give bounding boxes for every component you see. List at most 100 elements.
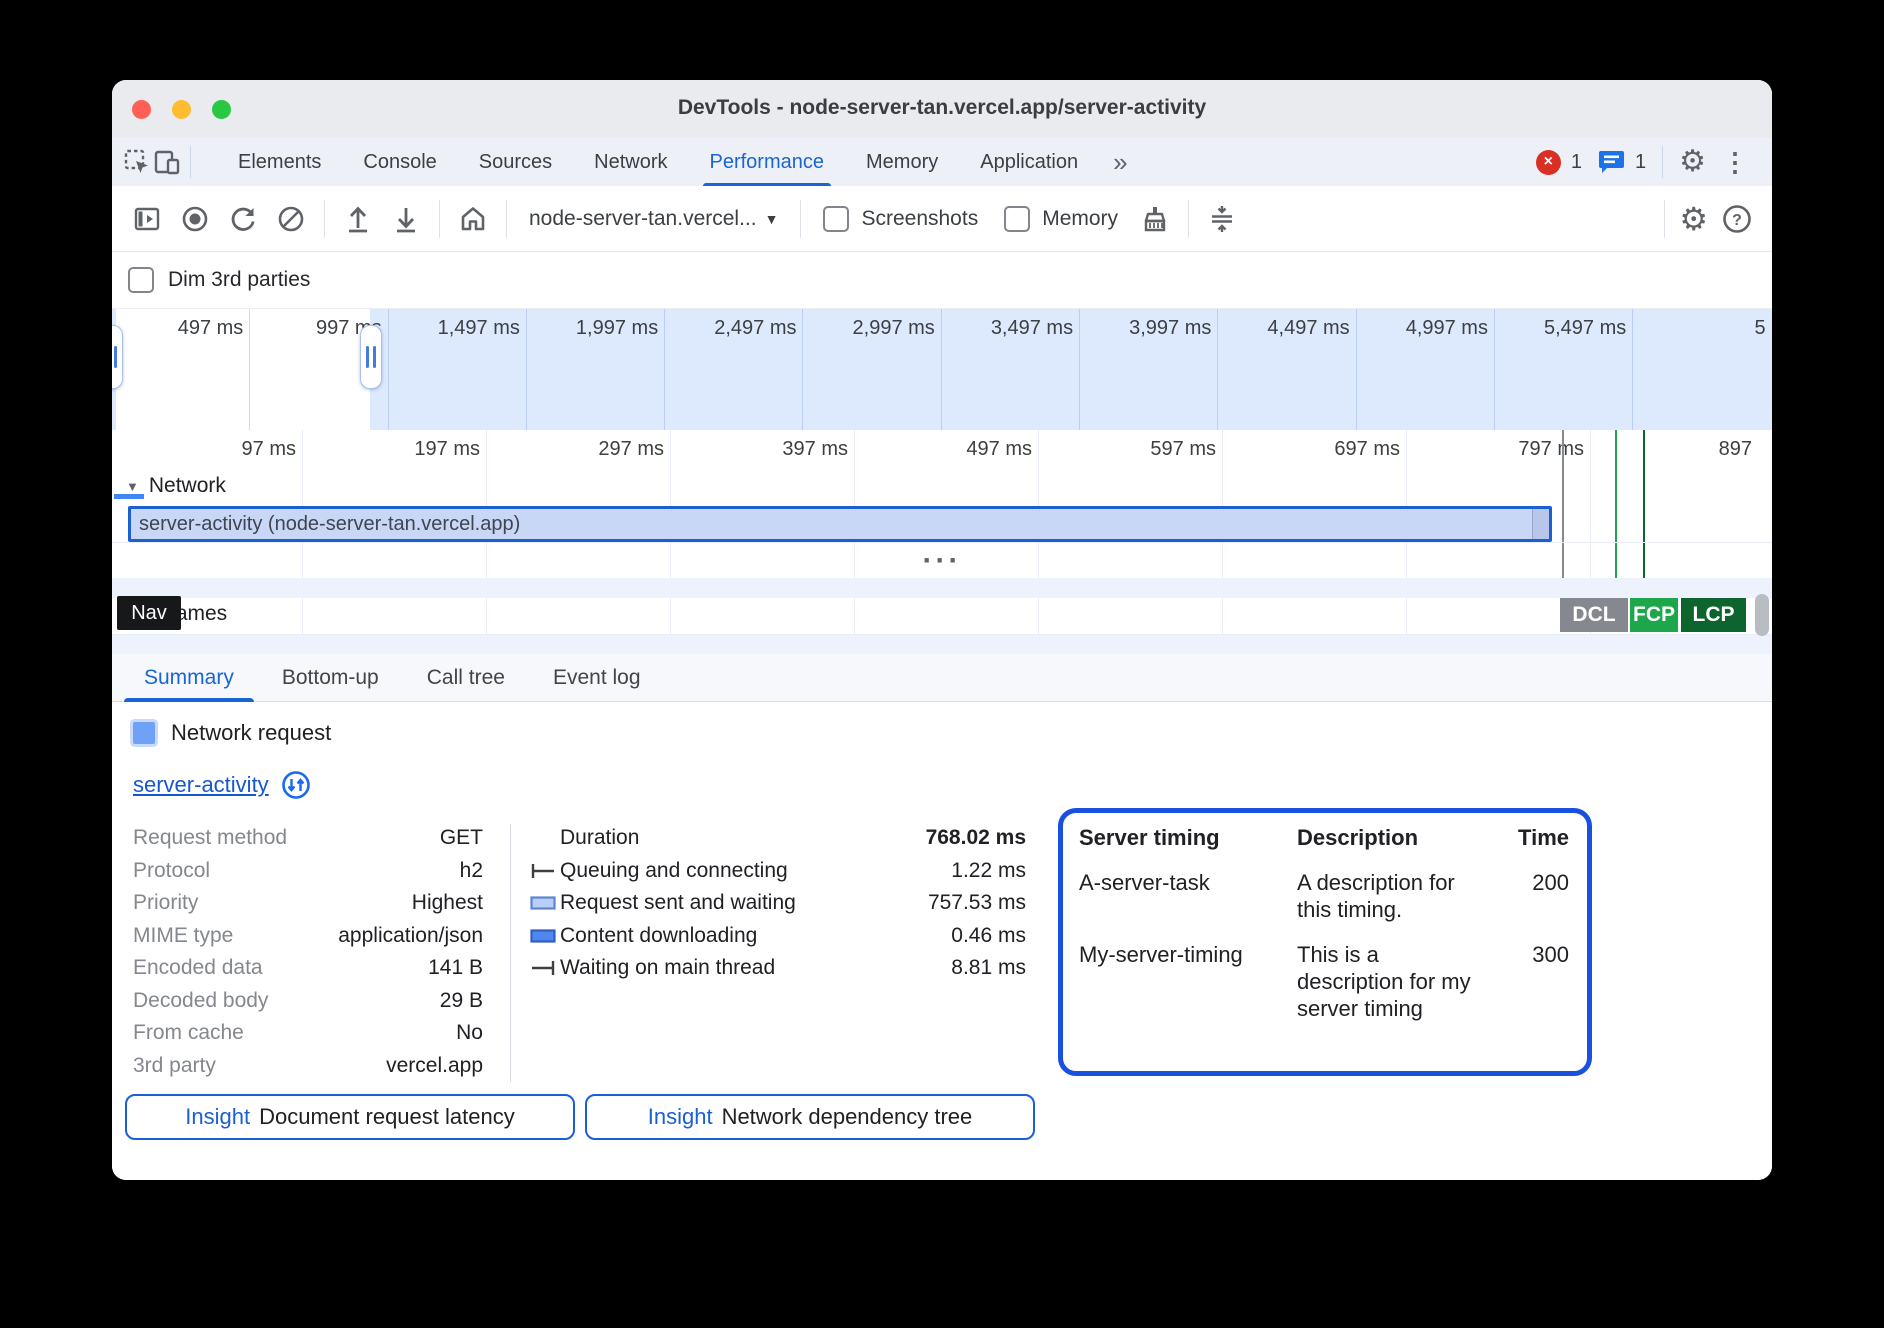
memory-checkbox[interactable] [1004, 206, 1030, 232]
tab-performance[interactable]: Performance [689, 138, 846, 186]
title-bar: DevTools - node-server-tan.vercel.app/se… [112, 80, 1772, 139]
overview-tick: 4,997 ms [1357, 309, 1495, 431]
settings-gear-icon[interactable]: ⚙ [1679, 147, 1706, 177]
toolbar-divider [1664, 200, 1665, 238]
device-toolbar-icon[interactable] [152, 147, 182, 177]
overview-tick: 5 [1633, 309, 1771, 431]
timing-row: Queuing and connecting 1.22 ms [530, 855, 1026, 888]
panel-tab-bar: Summary Bottom-up Call tree Event log [112, 654, 1772, 702]
tab-elements[interactable]: Elements [217, 138, 342, 186]
timeline-overview[interactable]: 497 ms 997 ms 1,497 ms 1,997 ms 2,497 ms… [112, 308, 1772, 431]
ruler-tick: 797 ms [1518, 438, 1584, 461]
timing-row: Content downloading 0.46 ms [530, 920, 1026, 953]
collapse-triangle-icon: ▼ [126, 479, 139, 494]
toolbar-divider [506, 200, 507, 238]
capture-settings-gear-icon[interactable]: ⚙ [1679, 203, 1708, 235]
insight-network-dependency-tree-button[interactable]: Insight Network dependency tree [585, 1094, 1035, 1140]
tab-bottom-up[interactable]: Bottom-up [258, 654, 403, 702]
flame-chart-tracks[interactable]: 97 ms 197 ms 297 ms 397 ms 497 ms 597 ms… [112, 430, 1772, 654]
kebab-menu-icon[interactable]: ⋮ [1716, 147, 1754, 178]
field-row: MIME typeapplication/json [133, 920, 483, 953]
upload-profile-icon[interactable] [337, 198, 379, 240]
issues-icon[interactable] [1598, 149, 1625, 175]
queuing-glyph-icon [530, 862, 560, 880]
request-link[interactable]: server-activity [133, 772, 269, 798]
description-header: Description [1297, 825, 1482, 851]
overview-tick: 1,997 ms [527, 309, 665, 431]
error-count: 1 [1571, 151, 1582, 174]
field-row: Encoded data141 B [133, 952, 483, 985]
clear-icon[interactable] [270, 198, 312, 240]
overview-tick: 3,497 ms [942, 309, 1080, 431]
tab-sources[interactable]: Sources [458, 138, 573, 186]
reload-record-icon[interactable] [222, 198, 264, 240]
tab-event-log[interactable]: Event log [529, 654, 665, 702]
download-profile-icon[interactable] [385, 198, 427, 240]
network-request-bar-label: server-activity (node-server-tan.vercel.… [131, 513, 520, 536]
tab-call-tree[interactable]: Call tree [403, 654, 529, 702]
server-timing-name: My-server-timing [1079, 941, 1297, 1022]
inspect-element-icon[interactable] [122, 147, 152, 177]
field-row: Request methodGET [133, 822, 483, 855]
screenshots-checkbox[interactable] [823, 206, 849, 232]
tab-summary[interactable]: Summary [120, 654, 258, 702]
badge-divider [1662, 146, 1663, 178]
error-icon[interactable]: × [1536, 150, 1561, 175]
ruler-tick: 297 ms [598, 438, 664, 461]
ruler-tick: 497 ms [966, 438, 1032, 461]
more-tabs-icon[interactable]: » [1099, 147, 1141, 178]
toggle-sidebar-icon[interactable] [126, 198, 168, 240]
timing-row: Duration 768.02 ms [530, 822, 1026, 855]
selection-left-handle[interactable] [112, 325, 123, 389]
column-divider [510, 824, 511, 1082]
field-row: PriorityHighest [133, 887, 483, 920]
issue-count: 1 [1635, 151, 1646, 174]
insight-document-request-latency-button[interactable]: Insight Document request latency [125, 1094, 575, 1140]
tab-network[interactable]: Network [573, 138, 688, 186]
field-row: Decoded body29 B [133, 985, 483, 1018]
request-fields: Request methodGET Protocolh2 PriorityHig… [133, 822, 483, 1082]
dcl-badge: DCL [1560, 598, 1628, 632]
network-request-bar-tail [1532, 509, 1549, 539]
time-header: Time [1482, 825, 1569, 851]
network-request-legend-swatch [133, 722, 155, 744]
dim-third-parties-row: Dim 3rd parties [112, 252, 1772, 308]
network-request-bar[interactable]: server-activity (node-server-tan.vercel.… [128, 506, 1552, 542]
server-timing-description: This is a description for my server timi… [1297, 941, 1482, 1022]
devtools-window: DevTools - node-server-tan.vercel.app/se… [112, 80, 1772, 1180]
tab-console[interactable]: Console [342, 138, 457, 186]
home-icon[interactable] [452, 198, 494, 240]
selection-right-handle[interactable] [360, 325, 382, 389]
vertical-scrollbar-thumb[interactable] [1755, 594, 1769, 636]
tab-application[interactable]: Application [959, 138, 1099, 186]
chevron-down-icon: ▼ [765, 211, 779, 227]
toolbar-divider [1188, 200, 1189, 238]
help-icon[interactable]: ? [1716, 198, 1758, 240]
toolbar-divider [324, 200, 325, 238]
toolbar-divider [800, 200, 801, 238]
screenshots-checkbox-row[interactable]: Screenshots [813, 206, 988, 232]
tab-memory[interactable]: Memory [845, 138, 959, 186]
overview-tick: 1,497 ms [389, 309, 527, 431]
overview-tick: 5,497 ms [1495, 309, 1633, 431]
timing-breakdown: Duration 768.02 ms Queuing and connectin… [530, 822, 1026, 985]
server-timing-description: A description for this timing. [1297, 869, 1482, 923]
memory-checkbox-row[interactable]: Memory [994, 206, 1128, 232]
track-scroll-indicator [114, 494, 144, 499]
record-icon[interactable] [174, 198, 216, 240]
overview-tick: 3,997 ms [1080, 309, 1218, 431]
dim-third-parties-checkbox[interactable] [128, 267, 154, 293]
timing-row: Request sent and waiting 757.53 ms [530, 887, 1026, 920]
track-band [112, 578, 1772, 598]
main-tab-bar: Elements Console Sources Network Perform… [112, 138, 1772, 187]
history-dropdown[interactable]: node-server-tan.vercel... ▼ [519, 207, 788, 231]
track-overflow-ellipsis[interactable]: ··· [112, 546, 1772, 576]
reveal-in-network-icon[interactable] [281, 770, 311, 800]
server-timing-box: Server timing Description Time A-server-… [1058, 808, 1592, 1076]
collect-garbage-icon[interactable] [1134, 198, 1176, 240]
ruler-tick: 197 ms [414, 438, 480, 461]
collapse-panel-icon[interactable] [1201, 198, 1243, 240]
ruler-tick: 397 ms [782, 438, 848, 461]
performance-toolbar: node-server-tan.vercel... ▼ Screenshots … [112, 186, 1772, 252]
overview-tick: 2,497 ms [665, 309, 803, 431]
